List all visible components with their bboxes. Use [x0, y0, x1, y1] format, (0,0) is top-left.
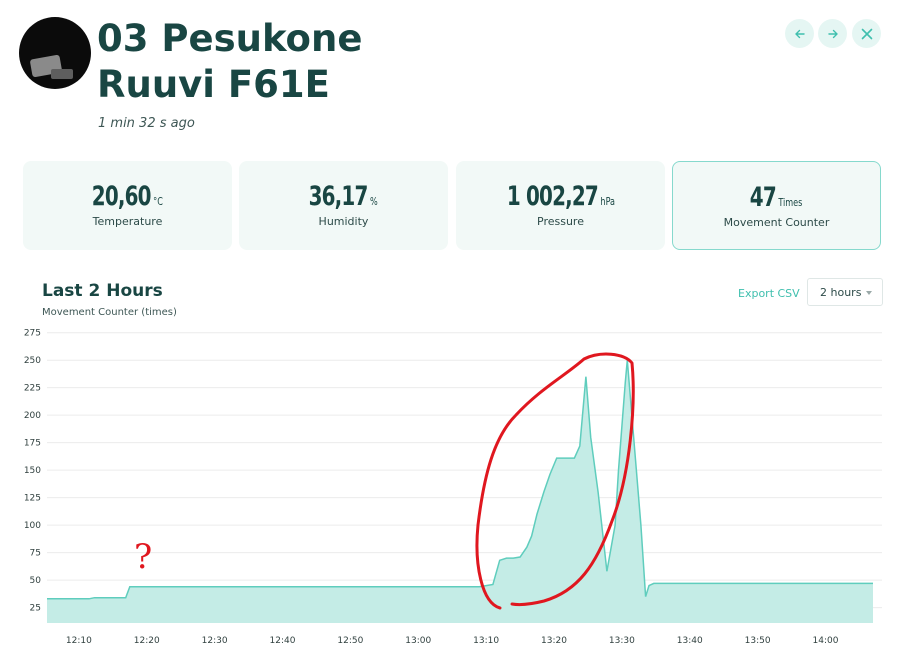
- x-tick-label: 13:40: [677, 636, 703, 646]
- y-tick-label: 175: [24, 439, 41, 449]
- avatar-photo-detail: [51, 69, 73, 79]
- y-tick-label: 225: [24, 384, 41, 394]
- temperature-value: 20,60 °C: [91, 181, 164, 212]
- close-button[interactable]: [852, 19, 881, 48]
- page-title: 03 Pesukone Ruuvi F61E: [97, 16, 617, 108]
- y-tick-label: 50: [30, 576, 42, 586]
- chart-subtitle: Movement Counter (times): [42, 307, 177, 318]
- x-tick-label: 12:40: [270, 636, 296, 646]
- title-line-2: Ruuvi F61E: [97, 63, 330, 106]
- close-icon: [861, 28, 872, 39]
- time-range-select[interactable]: 2 hours: [807, 278, 883, 306]
- sensor-avatar: [19, 17, 91, 89]
- annotation-question-mark: ?: [134, 537, 152, 577]
- y-tick-label: 25: [30, 604, 41, 614]
- last-updated: 1 min 32 s ago: [98, 116, 195, 131]
- x-tick-label: 14:00: [813, 636, 839, 646]
- y-tick-label: 150: [24, 466, 41, 476]
- movement-counter-card[interactable]: 47 Times Movement Counter: [672, 161, 881, 250]
- pressure-card[interactable]: 1 002,27 hPa Pressure: [456, 161, 665, 250]
- y-tick-label: 100: [24, 521, 41, 531]
- x-tick-label: 13:20: [541, 636, 567, 646]
- x-tick-label: 12:20: [134, 636, 160, 646]
- x-tick-label: 13:30: [609, 636, 635, 646]
- export-csv-link[interactable]: Export CSV: [738, 287, 800, 300]
- series-line: [47, 360, 873, 600]
- x-tick-label: 13:10: [473, 636, 499, 646]
- y-tick-label: 200: [24, 411, 41, 421]
- x-tick-label: 12:50: [337, 636, 363, 646]
- movement-chart: 25 50 75 100 125 150 175 200 225 250 275 12:10 12:2…: [24, 329, 882, 646]
- humidity-card[interactable]: 36,17% Humidity: [239, 161, 448, 250]
- chevron-down-icon: [866, 291, 872, 295]
- arrow-left-icon: [794, 29, 805, 38]
- x-tick-label: 13:00: [405, 636, 431, 646]
- next-button[interactable]: [818, 19, 847, 48]
- chart-title: Last 2 Hours: [42, 281, 163, 301]
- time-range-value: 2 hours: [820, 286, 862, 299]
- title-line-1: 03 Pesukone: [97, 17, 363, 60]
- previous-button[interactable]: [785, 19, 814, 48]
- y-tick-label: 250: [24, 356, 41, 366]
- y-tick-label: 275: [24, 329, 41, 339]
- movement-counter-value: 47 Times: [750, 182, 803, 213]
- y-tick-label: 125: [24, 494, 41, 504]
- x-tick-label: 13:50: [745, 636, 771, 646]
- y-tick-label: 75: [30, 549, 41, 559]
- x-tick-label: 12:10: [66, 636, 92, 646]
- x-tick-label: 12:30: [202, 636, 228, 646]
- pressure-value: 1 002,27 hPa: [506, 181, 615, 212]
- arrow-right-icon: [827, 29, 838, 38]
- humidity-value: 36,17%: [308, 181, 379, 212]
- temperature-card[interactable]: 20,60 °C Temperature: [23, 161, 232, 250]
